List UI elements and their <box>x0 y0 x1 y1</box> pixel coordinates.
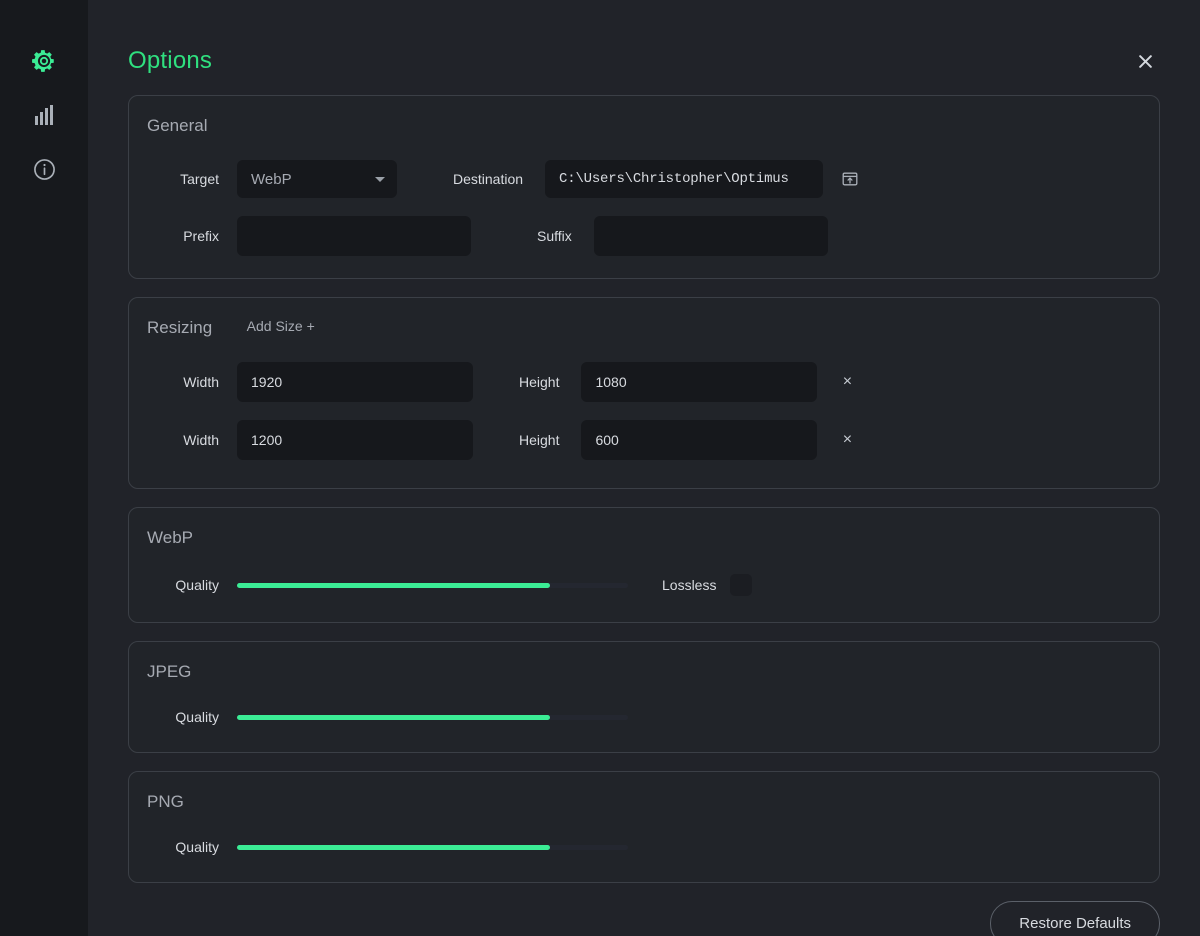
page-title: Options <box>128 44 1180 78</box>
sidebar-item-stats[interactable] <box>17 88 71 142</box>
slider-fill <box>237 845 550 850</box>
destination-label: Destination <box>453 171 523 187</box>
bar-chart-icon <box>32 103 56 127</box>
target-label: Target <box>147 171 219 187</box>
destination-input[interactable] <box>545 160 823 198</box>
png-section-title: PNG <box>147 792 184 812</box>
browse-folder-icon[interactable] <box>837 166 863 192</box>
table-row: Width Height × <box>147 362 1139 402</box>
suffix-label: Suffix <box>537 228 572 244</box>
remove-size-icon[interactable]: × <box>835 428 859 452</box>
add-size-button[interactable]: Add Size + <box>247 318 315 334</box>
webp-quality-row: Quality Lossless <box>147 574 1139 596</box>
chevron-down-icon <box>375 177 385 182</box>
footer: Restore Defaults <box>128 901 1160 936</box>
jpeg-quality-row: Quality <box>147 708 1139 726</box>
png-quality-slider[interactable] <box>237 838 628 856</box>
webp-card: WebP Quality Lossless <box>128 507 1160 623</box>
info-circle-icon <box>32 157 57 182</box>
titlebar: Options <box>128 44 1180 80</box>
slider-fill <box>237 583 550 588</box>
restore-defaults-button[interactable]: Restore Defaults <box>990 901 1160 936</box>
options-window: Options General Target WebP Destina <box>0 0 1200 936</box>
height-input[interactable] <box>581 420 817 460</box>
jpeg-quality-label: Quality <box>147 709 219 725</box>
png-quality-label: Quality <box>147 839 219 855</box>
height-label: Height <box>519 374 559 390</box>
gear-icon <box>31 48 57 74</box>
table-row: Width Height × <box>147 420 1139 460</box>
resizing-section-title: Resizing <box>147 318 212 338</box>
width-input[interactable] <box>237 362 473 402</box>
sidebar <box>0 0 88 936</box>
remove-size-icon[interactable]: × <box>835 370 859 394</box>
suffix-input[interactable] <box>594 216 828 256</box>
target-select-value: WebP <box>251 171 292 188</box>
general-card: General Target WebP Destination <box>128 95 1160 279</box>
jpeg-section-title: JPEG <box>147 662 191 682</box>
webp-section-title: WebP <box>147 528 193 548</box>
lossless-label: Lossless <box>662 577 716 593</box>
width-label: Width <box>147 374 219 390</box>
png-card: PNG Quality <box>128 771 1160 883</box>
webp-quality-label: Quality <box>147 577 219 593</box>
width-input[interactable] <box>237 420 473 460</box>
general-row-1: Target WebP Destination <box>147 160 1139 198</box>
target-select[interactable]: WebP <box>237 160 397 198</box>
jpeg-card: JPEG Quality <box>128 641 1160 753</box>
height-label: Height <box>519 432 559 448</box>
slider-fill <box>237 715 550 720</box>
general-section-title: General <box>147 116 207 136</box>
lossless-checkbox[interactable] <box>730 574 752 596</box>
sidebar-item-about[interactable] <box>17 142 71 196</box>
height-input[interactable] <box>581 362 817 402</box>
resizing-card: Resizing Add Size + Width Height × Width… <box>128 297 1160 489</box>
png-quality-row: Quality <box>147 838 1139 856</box>
prefix-label: Prefix <box>147 228 219 244</box>
main-panel: Options General Target WebP Destina <box>88 0 1200 936</box>
width-label: Width <box>147 432 219 448</box>
jpeg-quality-slider[interactable] <box>237 708 628 726</box>
close-icon[interactable] <box>1130 46 1160 76</box>
webp-quality-slider[interactable] <box>237 576 628 594</box>
sidebar-item-settings[interactable] <box>17 34 71 88</box>
general-row-2: Prefix Suffix <box>147 216 1139 256</box>
options-content: General Target WebP Destination <box>128 95 1160 936</box>
prefix-input[interactable] <box>237 216 471 256</box>
